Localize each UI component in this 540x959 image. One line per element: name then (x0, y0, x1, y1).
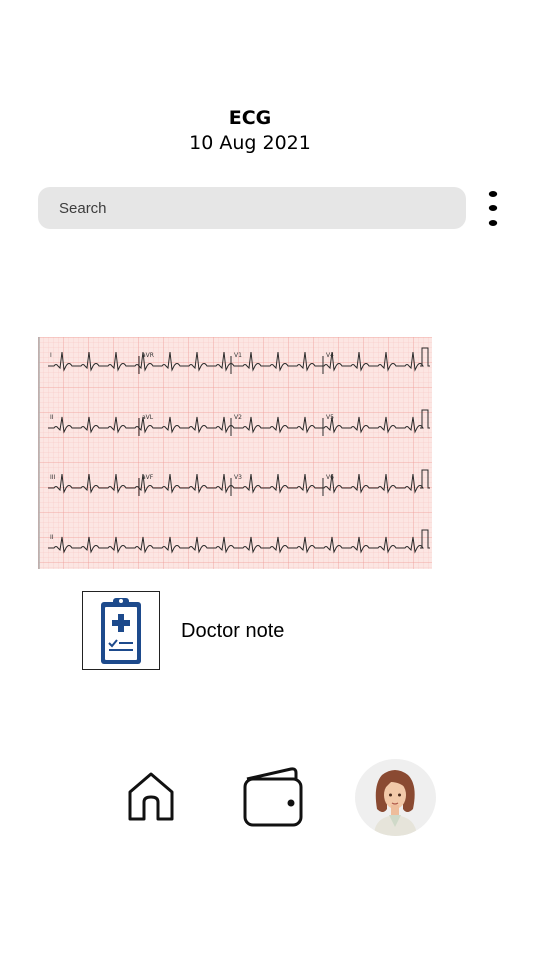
lead-label: III (50, 474, 56, 481)
page-title: ECG (228, 107, 272, 129)
wallet-icon[interactable] (241, 765, 305, 829)
doctor-avatar-image (374, 770, 417, 836)
lead-label: aVL (142, 414, 154, 421)
avatar[interactable] (355, 759, 436, 836)
ecg-chart-image[interactable]: I aVR V1 V4 II aVL V2 V5 III aVF V3 V6 I… (38, 337, 432, 569)
clipboard-medical-icon (101, 598, 141, 664)
lead-label: V6 (326, 474, 334, 481)
lead-label: II (50, 534, 54, 541)
lead-label: aVR (142, 352, 154, 359)
search-input[interactable] (57, 198, 466, 218)
lead-label: I (50, 352, 52, 359)
page-header: ECG 10 Aug 2021 (0, 106, 500, 156)
lead-label: V3 (234, 474, 242, 481)
more-vertical-icon[interactable] (484, 190, 502, 230)
record-date: 10 Aug 2021 (189, 132, 311, 154)
lead-label: aVF (142, 474, 154, 481)
doctor-note-label[interactable]: Doctor note (181, 619, 284, 643)
home-icon[interactable] (126, 770, 176, 822)
lead-label: V5 (326, 414, 334, 421)
doctor-note-button[interactable] (82, 591, 160, 670)
lead-label: V2 (234, 414, 242, 421)
lead-label: V1 (234, 352, 242, 359)
lead-label: V4 (326, 352, 334, 359)
search-bar[interactable] (38, 187, 466, 229)
lead-label: II (50, 414, 54, 421)
